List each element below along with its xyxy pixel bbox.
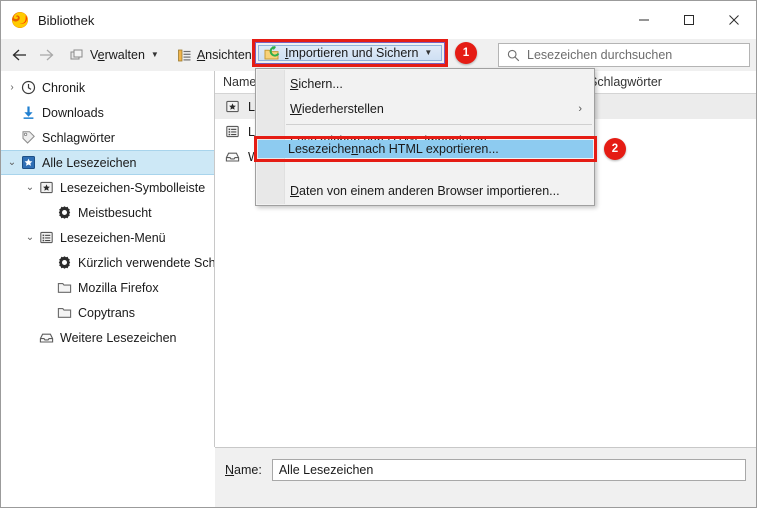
import-backup-highlight-box: Importieren und Sichern ▼ xyxy=(252,39,448,67)
chevron-down-icon: ▼ xyxy=(150,50,159,59)
organize-label: Verwalten xyxy=(90,48,145,62)
import-backup-highlight-inner: Importieren und Sichern ▼ xyxy=(255,42,445,64)
chevron-down-icon: ▼ xyxy=(424,48,433,57)
minimize-button[interactable] xyxy=(621,1,666,39)
window-title: Bibliothek xyxy=(38,12,95,28)
star-folder-icon xyxy=(37,179,55,197)
sidebar-item-label: Mozilla Firefox xyxy=(78,280,159,295)
menu-item-backup[interactable]: Sichern... xyxy=(256,71,594,96)
list-folder-icon xyxy=(37,229,55,247)
list-folder-icon xyxy=(223,123,241,141)
sidebar-item-label: Downloads xyxy=(42,105,104,120)
window-controls xyxy=(621,1,756,39)
menu-item-export-html[interactable]: Lesezeiche n nach HTML exportieren... xyxy=(258,140,593,158)
step-badge-1: 1 xyxy=(455,42,477,64)
sidebar-item-chronik[interactable]: › Chronik xyxy=(1,75,214,100)
details-pane: Name: Alle Lesezeichen xyxy=(215,447,756,507)
sidebar-item-schlagwoerter[interactable]: Schlagwörter xyxy=(1,125,214,150)
chevron-down-icon[interactable]: ⌄ xyxy=(23,232,37,243)
menu-item-restore[interactable]: Wiederherstellen › xyxy=(256,96,594,121)
organize-button[interactable]: Verwalten ▼ xyxy=(63,44,166,67)
views-icon xyxy=(177,48,192,63)
sidebar-item-kuerzlich-verwendete-schlagwoerter[interactable]: Kürzlich verwendete Schl... xyxy=(1,250,214,275)
sidebar-item-label: Lesezeichen-Menü xyxy=(60,230,166,245)
import-backup-label: Importieren und Sichern xyxy=(285,46,419,60)
column-header-tags[interactable]: Schlagwörter xyxy=(581,71,756,93)
import-backup-button[interactable]: Importieren und Sichern ▼ xyxy=(258,45,442,61)
chevron-down-icon[interactable]: ⌄ xyxy=(5,157,19,168)
all-bookmarks-icon xyxy=(19,154,37,172)
unfiled-icon xyxy=(223,148,241,166)
sidebar-item-meistbesucht[interactable]: Meistbesucht xyxy=(1,200,214,225)
sidebar-item-mozilla-firefox[interactable]: Mozilla Firefox xyxy=(1,275,214,300)
title-bar: Bibliothek xyxy=(1,1,756,39)
sidebar-tree: › Chronik Downloads Schlagwörter ⌄ Alle … xyxy=(1,71,215,447)
sidebar-item-downloads[interactable]: Downloads xyxy=(1,100,214,125)
folder-icon xyxy=(55,279,73,297)
star-folder-icon xyxy=(223,98,241,116)
clock-icon xyxy=(19,79,37,97)
sidebar-item-label: Weitere Lesezeichen xyxy=(60,330,177,345)
chevron-right-icon: › xyxy=(578,102,582,115)
sidebar-item-label: Kürzlich verwendete Schl... xyxy=(78,255,215,270)
menu-separator xyxy=(286,124,592,125)
name-field[interactable]: Alle Lesezeichen xyxy=(271,459,746,481)
search-icon xyxy=(507,49,520,62)
close-button[interactable] xyxy=(711,1,756,39)
organize-icon xyxy=(70,48,85,63)
forward-button[interactable] xyxy=(33,43,59,67)
search-input[interactable]: Lesezeichen durchsuchen xyxy=(498,43,750,67)
sidebar-item-lesezeichen-symbolleiste[interactable]: ⌄ Lesezeichen-Symbolleiste xyxy=(1,175,214,200)
import-backup-icon xyxy=(264,45,280,61)
sidebar-item-label: Copytrans xyxy=(78,305,135,320)
sidebar-item-label: Meistbesucht xyxy=(78,205,152,220)
sidebar-item-label: Lesezeichen-Symbolleiste xyxy=(60,180,206,195)
download-icon xyxy=(19,104,37,122)
sidebar-item-label: Schlagwörter xyxy=(42,130,115,145)
maximize-button[interactable] xyxy=(666,1,711,39)
search-placeholder: Lesezeichen durchsuchen xyxy=(527,48,673,62)
sidebar-item-copytrans[interactable]: Copytrans xyxy=(1,300,214,325)
menu-item-import-other-browser[interactable]: Daten von einem anderen Browser importie… xyxy=(256,178,594,203)
unfiled-icon xyxy=(37,329,55,347)
chevron-right-icon[interactable]: › xyxy=(5,82,19,93)
export-highlight-box: Lesezeiche n nach HTML exportieren... xyxy=(254,136,597,162)
sidebar-item-label: Chronik xyxy=(42,80,86,95)
firefox-icon xyxy=(11,11,29,29)
sidebar-item-lesezeichen-menue[interactable]: ⌄ Lesezeichen-Menü xyxy=(1,225,214,250)
views-label: Ansichten xyxy=(196,48,252,62)
tag-icon xyxy=(19,129,37,147)
back-button[interactable] xyxy=(7,43,33,67)
name-field-label: Name: xyxy=(225,463,262,477)
sidebar-item-alle-lesezeichen[interactable]: ⌄ Alle Lesezeichen xyxy=(1,150,214,175)
sidebar-item-weitere-lesezeichen[interactable]: Weitere Lesezeichen xyxy=(1,325,214,350)
sidebar-item-label: Alle Lesezeichen xyxy=(42,155,137,170)
chevron-down-icon[interactable]: ⌄ xyxy=(23,182,37,193)
gear-icon xyxy=(55,204,73,222)
folder-icon xyxy=(55,304,73,322)
gear-icon xyxy=(55,254,73,272)
step-badge-2: 2 xyxy=(604,138,626,160)
